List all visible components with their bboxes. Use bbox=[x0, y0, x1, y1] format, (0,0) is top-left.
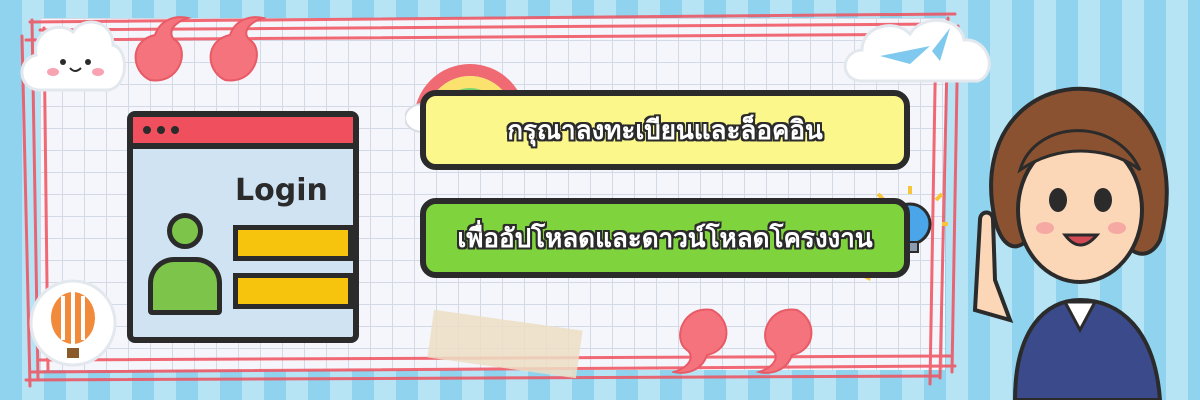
username-field-illustration bbox=[233, 225, 353, 261]
banner: Login กรุณาลงทะเบียนและล็อคอิน เพื่ออัปโ… bbox=[0, 0, 1200, 400]
window-dot-icon bbox=[157, 126, 165, 134]
user-avatar-body-icon bbox=[148, 257, 222, 315]
message-pill-register: กรุณาลงทะเบียนและล็อคอิน bbox=[420, 90, 910, 170]
login-window-illustration: Login bbox=[127, 111, 359, 343]
password-field-illustration bbox=[233, 273, 353, 309]
window-dot-icon bbox=[143, 126, 151, 134]
window-dot-icon bbox=[171, 126, 179, 134]
message-register-login: กรุณาลงทะเบียนและล็อคอิน bbox=[507, 115, 823, 146]
user-avatar-head-icon bbox=[167, 213, 203, 249]
message-pill-upload: เพื่ออัปโหลดและดาวน์โหลดโครงงาน bbox=[420, 198, 910, 278]
message-upload-download: เพื่ออัปโหลดและดาวน์โหลดโครงงาน bbox=[457, 223, 873, 254]
cloud-face-icon bbox=[20, 20, 126, 92]
login-title: Login bbox=[235, 173, 328, 208]
woman-pointing-illustration bbox=[972, 86, 1169, 400]
quote-open-icon bbox=[134, 16, 267, 82]
hot-air-balloon-icon bbox=[29, 279, 117, 367]
window-titlebar bbox=[133, 117, 353, 149]
quote-close-icon bbox=[672, 308, 813, 374]
